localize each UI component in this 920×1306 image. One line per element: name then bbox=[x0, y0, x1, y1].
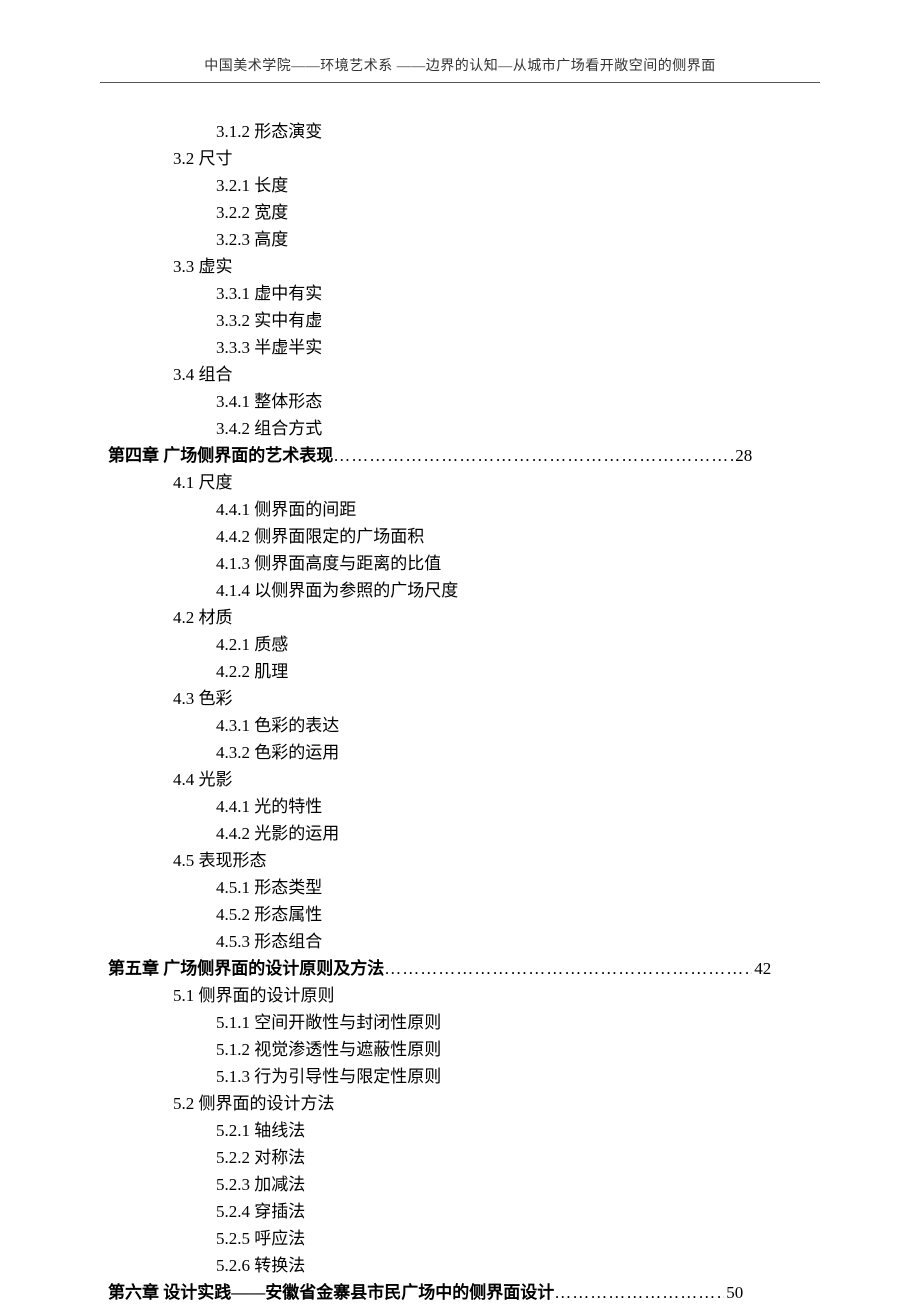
toc-item: 4.5.1 形态类型 bbox=[108, 874, 920, 901]
toc-item: 5.2.3 加减法 bbox=[108, 1171, 920, 1198]
toc-item: 3.4.1 整体形态 bbox=[108, 388, 920, 415]
toc-item: 4.2.2 肌理 bbox=[108, 658, 920, 685]
toc-item: 3.4 组合 bbox=[108, 361, 920, 388]
toc-item: 5.2.6 转换法 bbox=[108, 1252, 920, 1279]
toc-item: 4.1.3 侧界面高度与距离的比值 bbox=[108, 550, 920, 577]
toc-item: 5.2.5 呼应法 bbox=[108, 1225, 920, 1252]
toc-item: 4.5 表现形态 bbox=[108, 847, 920, 874]
toc-item: 4.2.1 质感 bbox=[108, 631, 920, 658]
toc-item: 3.3.3 半虚半实 bbox=[108, 334, 920, 361]
toc-content: 3.1.2 形态演变3.2 尺寸3.2.1 长度3.2.2 宽度3.2.3 高度… bbox=[0, 118, 920, 1306]
toc-item: 4.3.1 色彩的表达 bbox=[108, 712, 920, 739]
toc-item: 4.1.4 以侧界面为参照的广场尺度 bbox=[108, 577, 920, 604]
toc-item: 3.2 尺寸 bbox=[108, 145, 920, 172]
toc-item: 4.1 尺度 bbox=[108, 469, 920, 496]
toc-item: 4.4.2 光影的运用 bbox=[108, 820, 920, 847]
toc-item: 5.1 侧界面的设计原则 bbox=[108, 982, 920, 1009]
toc-item: 5.1.3 行为引导性与限定性原则 bbox=[108, 1063, 920, 1090]
toc-chapter-title: 第五章 广场侧界面的设计原则及方法 bbox=[108, 955, 384, 982]
toc-item: 5.1.2 视觉渗透性与遮蔽性原则 bbox=[108, 1036, 920, 1063]
header-underline bbox=[100, 82, 820, 83]
toc-page-number: 42 bbox=[752, 955, 781, 982]
header-text: 中国美术学院——环境艺术系 ——边界的认知—从城市广场看开敞空间的侧界面 bbox=[204, 55, 716, 80]
toc-item: 4.5.2 形态属性 bbox=[108, 901, 920, 928]
toc-chapter-title: 第四章 广场侧界面的艺术表现 bbox=[108, 442, 333, 469]
toc-item: 3.4.2 组合方式 bbox=[108, 415, 920, 442]
toc-item: 3.3.2 实中有虚 bbox=[108, 307, 920, 334]
toc-item: 5.2.4 穿插法 bbox=[108, 1198, 920, 1225]
toc-page-number: 28 bbox=[733, 442, 762, 469]
toc-chapter-row: 第五章 广场侧界面的设计原则及方法……………………………………………………………… bbox=[108, 955, 920, 982]
toc-item: 4.4.1 光的特性 bbox=[108, 793, 920, 820]
toc-item: 4.5.3 形态组合 bbox=[108, 928, 920, 955]
toc-item: 5.2.1 轴线法 bbox=[108, 1117, 920, 1144]
toc-item: 4.3.2 色彩的运用 bbox=[108, 739, 920, 766]
toc-item: 4.2 材质 bbox=[108, 604, 920, 631]
toc-dots: …………………………………………………………………………………………………………… bbox=[384, 955, 752, 982]
toc-item: 3.2.1 长度 bbox=[108, 172, 920, 199]
page-header: 中国美术学院——环境艺术系 ——边界的认知—从城市广场看开敞空间的侧界面 bbox=[0, 55, 920, 83]
toc-item: 5.2 侧界面的设计方法 bbox=[108, 1090, 920, 1117]
toc-item: 3.2.3 高度 bbox=[108, 226, 920, 253]
toc-dots: …………………………………………………………………………………………………………… bbox=[333, 442, 733, 469]
toc-item: 5.2.2 对称法 bbox=[108, 1144, 920, 1171]
toc-item: 3.3 虚实 bbox=[108, 253, 920, 280]
toc-item: 3.1.2 形态演变 bbox=[108, 118, 920, 145]
toc-item: 4.4.1 侧界面的间距 bbox=[108, 496, 920, 523]
toc-item: 4.4.2 侧界面限定的广场面积 bbox=[108, 523, 920, 550]
toc-chapter-row: 第四章 广场侧界面的艺术表现……………………………………………………………………… bbox=[108, 442, 920, 469]
toc-item: 5.1.1 空间开敞性与封闭性原则 bbox=[108, 1009, 920, 1036]
toc-item: 3.3.1 虚中有实 bbox=[108, 280, 920, 307]
toc-item: 4.3 色彩 bbox=[108, 685, 920, 712]
toc-item: 4.4 光影 bbox=[108, 766, 920, 793]
toc-item: 3.2.2 宽度 bbox=[108, 199, 920, 226]
